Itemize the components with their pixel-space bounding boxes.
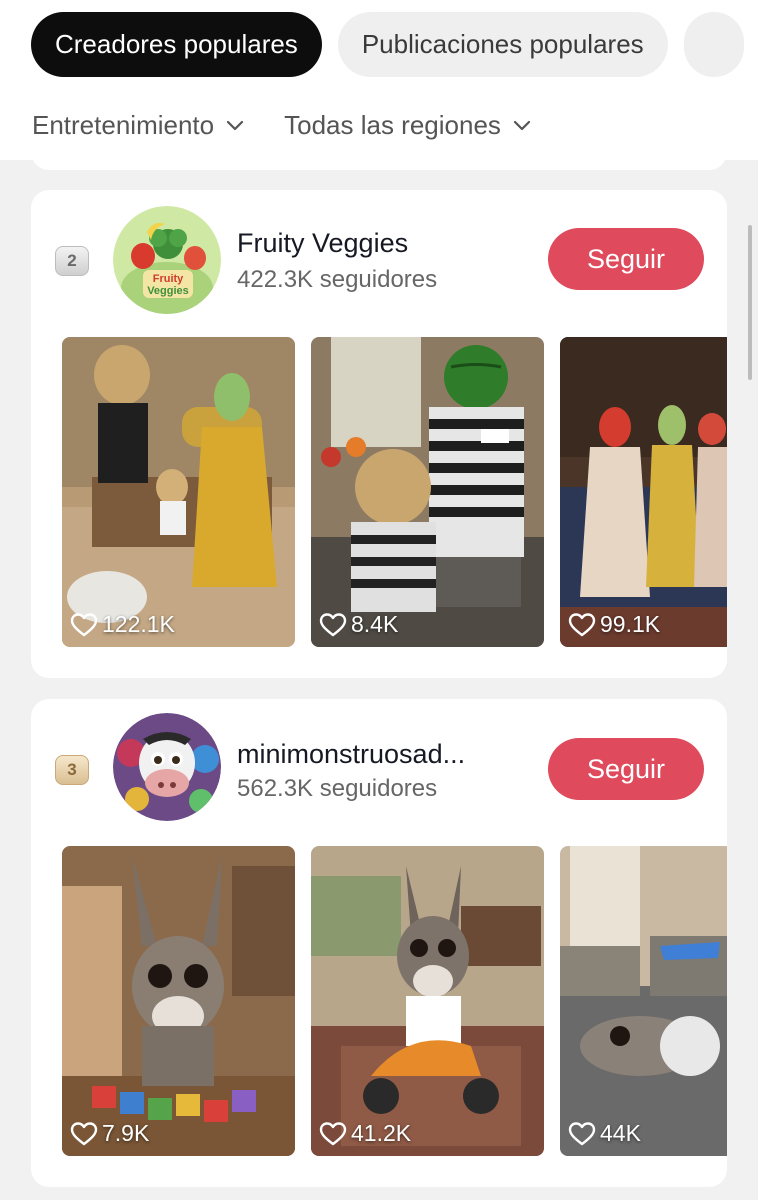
post-image [62,846,295,1156]
category-filter[interactable]: Entretenimiento [32,110,244,141]
heart-icon [70,612,98,636]
heart-icon [568,1121,596,1145]
creator-card: 2 Fruity Veggies Fruity Veggies 422.3K s… [31,190,727,678]
post-image [311,846,544,1156]
like-count: 7.9K [70,1120,149,1147]
follow-button[interactable]: Seguir [548,228,704,290]
like-count: 122.1K [70,611,175,638]
rank-badge: 3 [55,755,89,785]
post-image [560,337,727,647]
header: Creadores populares Publicaciones popula… [0,0,758,160]
region-filter[interactable]: Todas las regiones [284,110,531,141]
rank-badge: 2 [55,246,89,276]
filter-bar: Entretenimiento Todas las regiones [32,110,531,141]
like-count-value: 99.1K [600,611,661,637]
tab-bar: Creadores populares Publicaciones popula… [31,12,744,77]
like-count: 44K [568,1120,641,1147]
heart-icon [70,1121,98,1145]
post-thumbnail[interactable]: 41.2K [311,846,544,1156]
like-count-value: 41.2K [351,1120,412,1146]
previous-creator-card [31,150,727,170]
heart-icon [319,612,347,636]
tab-next-partial[interactable] [683,12,744,77]
scrollbar[interactable] [748,225,752,380]
svg-text:Fruity: Fruity [153,273,184,285]
category-filter-label: Entretenimiento [32,110,215,140]
tab-popular-creators[interactable]: Creadores populares [31,12,322,77]
post-image [560,846,727,1156]
post-thumbnail[interactable]: 7.9K [62,846,295,1156]
like-count: 41.2K [319,1120,411,1147]
follow-button[interactable]: Seguir [548,738,704,800]
heart-icon [319,1121,347,1145]
chevron-down-icon [227,120,244,130]
post-thumbnail[interactable]: 44K [560,846,727,1156]
chevron-down-icon [513,120,531,130]
tab-popular-posts[interactable]: Publicaciones populares [337,12,668,77]
post-thumbnails: 7.9K 41.2K 44K [62,846,727,1156]
creator-name[interactable]: Fruity Veggies [237,228,408,259]
svg-text:Veggies: Veggies [147,285,189,297]
post-thumbnail[interactable]: 99.1K [560,337,727,647]
creator-card: 3 minimonstruosad... 562.3K seguidores S… [31,699,727,1187]
post-thumbnail[interactable]: 122.1K [62,337,295,647]
post-image [62,337,295,647]
avatar[interactable]: Fruity Veggies [113,206,221,314]
post-thumbnail[interactable]: 8.4K [311,337,544,647]
follower-count: 562.3K seguidores [237,775,438,802]
post-image [311,337,544,647]
like-count-value: 8.4K [351,611,399,637]
like-count-value: 122.1K [102,611,175,637]
like-count: 8.4K [319,611,398,638]
like-count-value: 7.9K [102,1120,150,1146]
follower-count: 422.3K seguidores [237,266,438,293]
region-filter-label: Todas las regiones [284,110,501,140]
creator-name[interactable]: minimonstruosad... [237,739,465,770]
like-count-value: 44K [600,1120,641,1146]
like-count: 99.1K [568,611,660,638]
avatar[interactable] [113,713,221,821]
post-thumbnails: 122.1K 8.4K 99.1K [62,337,727,647]
heart-icon [568,612,596,636]
